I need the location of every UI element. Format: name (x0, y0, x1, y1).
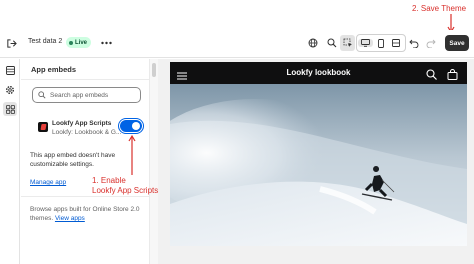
panel-divider-2 (21, 196, 149, 197)
undo-icon[interactable] (407, 36, 421, 50)
manage-app-link[interactable]: Manage app (30, 179, 66, 186)
search-icon (38, 86, 46, 104)
search-app-embeds-field[interactable] (32, 87, 141, 103)
app-embed-subtitle: Lookfy: Lookbook & G... (52, 129, 122, 136)
editor-topbar: Test data 2 Live Save (0, 30, 474, 58)
store-preview[interactable]: Lookfy lookbook (170, 62, 467, 246)
editor-sidebar-rail (0, 59, 20, 264)
redo-icon[interactable] (424, 36, 438, 50)
app-embeds-icon[interactable] (3, 102, 17, 116)
lookfy-logo-icon (38, 122, 48, 132)
hero-image (170, 84, 467, 246)
panel-scrollbar[interactable] (149, 59, 158, 264)
exit-icon[interactable] (4, 36, 18, 50)
toggle-knob (132, 122, 140, 130)
cart-icon[interactable] (447, 67, 458, 80)
search-icon[interactable] (426, 67, 437, 80)
zoom-icon[interactable] (325, 36, 339, 50)
save-button[interactable]: Save (445, 35, 469, 51)
app-embed-name: Lookfy App Scripts (52, 120, 112, 127)
browse-apps-text: Browse apps built for Online Store 2.0 t… (30, 205, 146, 223)
more-icon[interactable] (99, 36, 113, 50)
annotation-enable-line1: 1. Enable (92, 176, 126, 185)
viewport-switcher (356, 34, 406, 52)
sections-icon[interactable] (3, 63, 17, 77)
live-badge-label: Live (75, 39, 88, 46)
live-dot (69, 40, 73, 45)
fullscreen-icon[interactable] (389, 39, 404, 47)
mobile-icon[interactable] (373, 38, 388, 48)
annotation-enable: 1. Enable Lookfy App Scripts (92, 176, 167, 196)
search-input[interactable] (50, 91, 135, 99)
annotation-enable-line2: Lookfy App Scripts (92, 186, 159, 195)
annotation-arrow-enable (128, 134, 136, 175)
app-embed-toggle[interactable] (120, 120, 142, 132)
view-apps-link[interactable]: View apps (55, 215, 85, 222)
desktop-icon[interactable] (358, 39, 374, 47)
live-badge: Live (66, 37, 92, 48)
store-header: Lookfy lookbook (170, 62, 467, 84)
panel-divider (21, 79, 149, 80)
theme-name[interactable]: Test data 2 (28, 38, 62, 45)
store-title[interactable]: Lookfy lookbook (170, 68, 467, 77)
panel-title: App embeds (31, 65, 77, 74)
app-embed-note: This app embed doesn't have customizable… (30, 152, 116, 168)
globe-icon[interactable] (306, 36, 320, 50)
annotation-save-theme: 2. Save Theme (412, 4, 467, 13)
scrollbar-thumb[interactable] (152, 63, 156, 77)
settings-icon[interactable] (3, 83, 17, 97)
inspector-icon[interactable] (340, 35, 355, 51)
